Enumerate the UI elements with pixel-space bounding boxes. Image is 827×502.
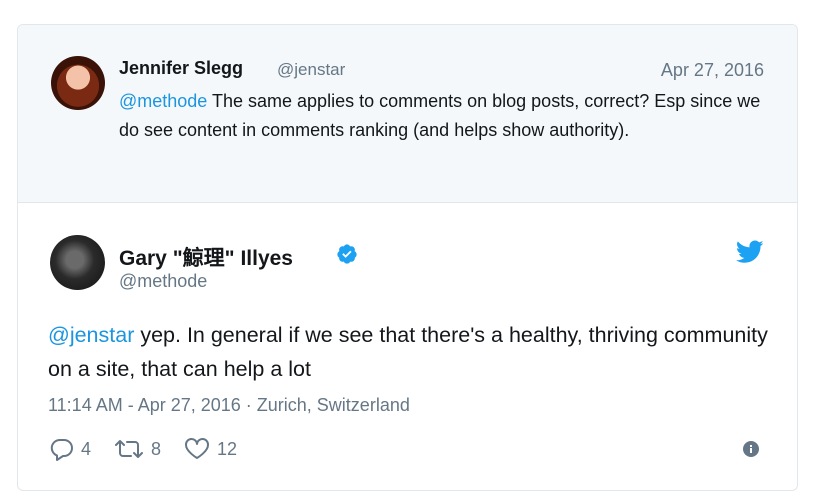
tweet-text: @jenstar yep. In general if we see that … xyxy=(48,318,768,386)
info-icon[interactable] xyxy=(743,441,759,457)
author-handle[interactable]: @methode xyxy=(119,271,207,292)
parent-tweet-text: @methode The same applies to comments on… xyxy=(119,87,769,145)
tweet-timestamp-location[interactable]: 11:14 AM - Apr 27, 2016 · Zurich, Switze… xyxy=(48,395,410,416)
tweet-actions: 4 8 12 xyxy=(49,435,259,463)
tweet-body: yep. In general if we see that there's a… xyxy=(48,323,768,381)
parent-author-handle[interactable]: @jenstar xyxy=(277,60,345,80)
parent-tweet[interactable]: Jennifer Slegg @jenstar Apr 27, 2016 @me… xyxy=(18,25,797,203)
parent-tweet-body: The same applies to comments on blog pos… xyxy=(119,91,761,140)
reply-count: 4 xyxy=(81,438,92,459)
verified-badge-icon xyxy=(337,244,357,264)
retweet-count: 8 xyxy=(151,438,162,459)
parent-tweet-date[interactable]: Apr 27, 2016 xyxy=(661,60,764,81)
avatar[interactable] xyxy=(51,56,105,110)
retweet-button[interactable]: 8 xyxy=(113,437,161,461)
twitter-bird-icon[interactable] xyxy=(736,240,764,264)
mention-link[interactable]: @jenstar xyxy=(48,323,134,347)
mention-link[interactable]: @methode xyxy=(119,91,207,111)
avatar[interactable] xyxy=(50,235,105,290)
like-button[interactable]: 12 xyxy=(183,437,237,461)
like-count: 12 xyxy=(217,438,238,459)
retweet-icon xyxy=(115,440,144,458)
reply-button[interactable]: 4 xyxy=(49,437,91,461)
embedded-tweet-card: Jennifer Slegg @jenstar Apr 27, 2016 @me… xyxy=(17,24,798,491)
heart-icon xyxy=(185,438,210,459)
reply-icon xyxy=(50,438,73,461)
parent-author-name[interactable]: Jennifer Slegg xyxy=(119,58,243,79)
author-name[interactable]: Gary "鯨理" Illyes xyxy=(119,242,293,272)
